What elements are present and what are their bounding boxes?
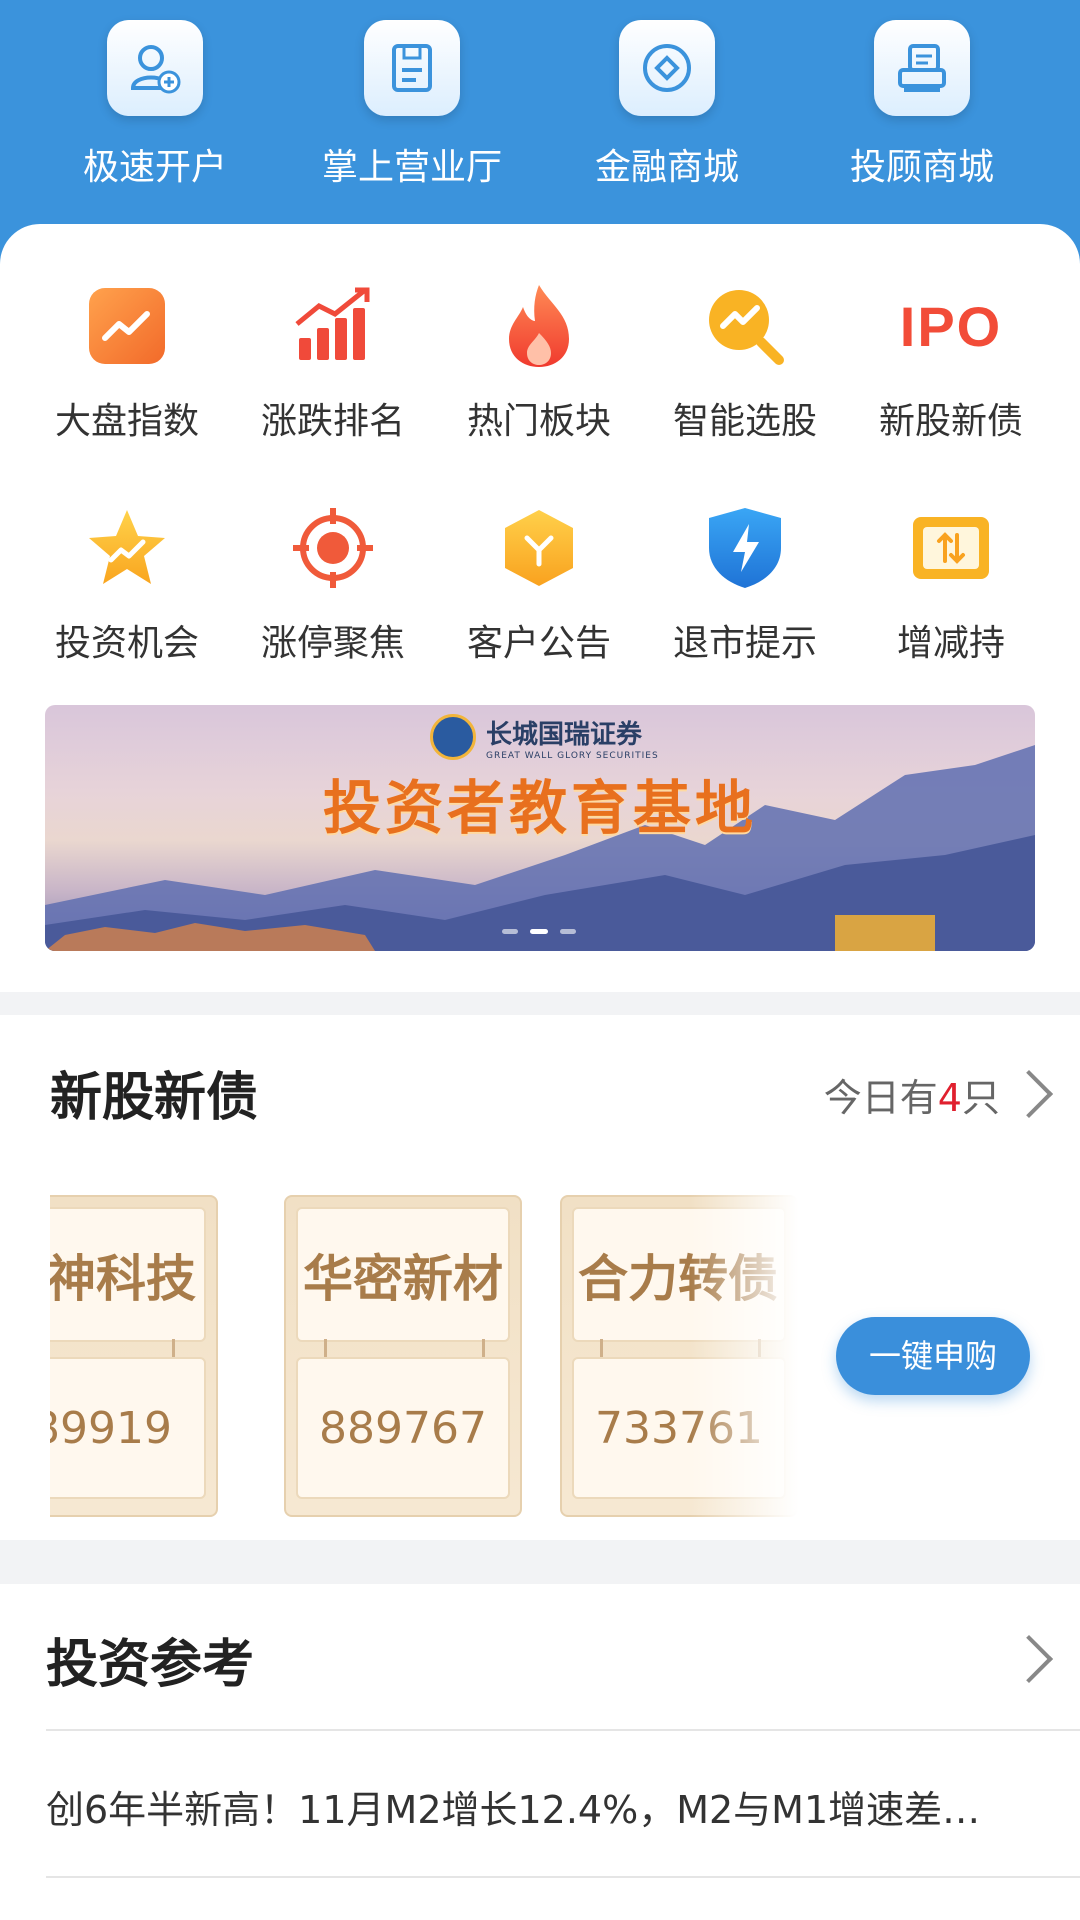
shield-bolt-icon: [697, 500, 793, 596]
limit-up-focus-button[interactable]: 涨停聚焦: [230, 500, 436, 666]
diamond-icon: [619, 20, 715, 116]
quick-open-account-button[interactable]: 极速开户: [45, 20, 265, 190]
banner-indicator-active: [530, 929, 548, 934]
stamp-icon: [874, 20, 970, 116]
investment-opportunity-button[interactable]: 投资机会: [24, 500, 230, 666]
divider: [46, 1876, 1080, 1878]
grid-label: 新股新债: [878, 401, 1023, 442]
hexagon-icon: [491, 500, 587, 596]
news-item[interactable]: 创6年半新高！11月M2增长12.4%，M2与M1增速差扩大: [46, 1779, 1006, 1834]
smart-stock-picker-button[interactable]: 智能选股: [642, 278, 848, 444]
top-nav-label: 投顾商城: [849, 147, 994, 188]
hot-sectors-button[interactable]: 热门板块: [436, 278, 642, 444]
rise-fall-ranking-button[interactable]: 涨跌排名: [230, 278, 436, 444]
ipo-icon: IPO: [899, 294, 1003, 358]
top-nav-label: 极速开户: [82, 147, 227, 188]
chevron-right-icon[interactable]: [1004, 1634, 1054, 1684]
today-count-link[interactable]: 今日有4只: [824, 1067, 1000, 1122]
feature-grid-card: 大盘指数 涨跌排名 热门板块 智能选股 IPO 新股新债 投资机会 涨停聚焦 客…: [0, 224, 1080, 992]
grid-label: 增减持: [896, 623, 1005, 664]
scroll-fade-right: [690, 1185, 810, 1525]
scroll-fade-left: [0, 1185, 50, 1525]
section-title: 新股新债: [50, 1068, 259, 1128]
mobile-hall-button[interactable]: 掌上营业厅: [302, 20, 522, 190]
user-add-icon: [107, 20, 203, 116]
delisting-alert-button[interactable]: 退市提示: [642, 500, 848, 666]
divider: [46, 1729, 1080, 1731]
issue-card[interactable]: 华密新材 889767: [284, 1195, 522, 1517]
investment-reference-section: 投资参考 创6年半新高！11月M2增长12.4%，M2与M1增速差扩大: [0, 1584, 1080, 1920]
issue-code: 889767: [319, 1402, 487, 1454]
chevron-right-icon[interactable]: [1004, 1069, 1054, 1119]
advisor-mall-button[interactable]: 投顾商城: [812, 20, 1032, 190]
star-icon: [79, 500, 175, 596]
document-icon: [364, 20, 460, 116]
flame-icon: [491, 278, 587, 374]
bar-chart-icon: [285, 278, 381, 374]
ipo-button[interactable]: IPO 新股新债: [848, 278, 1054, 444]
grid-label: 热门板块: [466, 401, 611, 442]
grid-label: 涨停聚焦: [260, 623, 405, 664]
banner-logo: 长城国瑞证券 GREAT WALL GLORY SECURITIES: [430, 713, 659, 761]
company-logo-icon: [430, 714, 476, 760]
magnifier-trend-icon: [697, 278, 793, 374]
issue-name: 华密新材: [303, 1249, 503, 1308]
top-nav-label: 掌上营业厅: [321, 147, 502, 188]
banner-title: 投资者教育基地: [322, 774, 757, 842]
banner-indicator: [560, 929, 576, 934]
logo-text: 长城国瑞证券: [486, 719, 643, 750]
market-index-button[interactable]: 大盘指数: [24, 278, 230, 444]
trend-chart-icon: [79, 278, 175, 374]
exchange-icon: [903, 500, 999, 596]
grid-label: 投资机会: [54, 623, 199, 664]
promo-banner[interactable]: 长城国瑞证券 GREAT WALL GLORY SECURITIES 投资者教育…: [45, 705, 1035, 951]
grid-label: 大盘指数: [54, 401, 199, 442]
banner-indicator: [502, 929, 518, 934]
logo-subtext: GREAT WALL GLORY SECURITIES: [486, 750, 659, 761]
client-announcement-button[interactable]: 客户公告: [436, 500, 642, 666]
section-title: 投资参考: [46, 1635, 255, 1695]
finance-mall-button[interactable]: 金融商城: [557, 20, 777, 190]
shareholding-change-button[interactable]: 增减持: [848, 500, 1054, 666]
target-icon: [285, 500, 381, 596]
new-issues-section: 新股新债 今日有4只 雷神科技 889919 华密新材 889767 合力转债 …: [0, 1015, 1080, 1540]
grid-label: 退市提示: [672, 623, 817, 664]
issue-count: 4: [937, 1076, 962, 1120]
top-nav-label: 金融商城: [594, 147, 739, 188]
grid-label: 涨跌排名: [260, 401, 405, 442]
grid-label: 客户公告: [466, 623, 611, 664]
grid-label: 智能选股: [672, 401, 817, 442]
one-click-subscribe-button[interactable]: 一键申购: [836, 1317, 1030, 1395]
